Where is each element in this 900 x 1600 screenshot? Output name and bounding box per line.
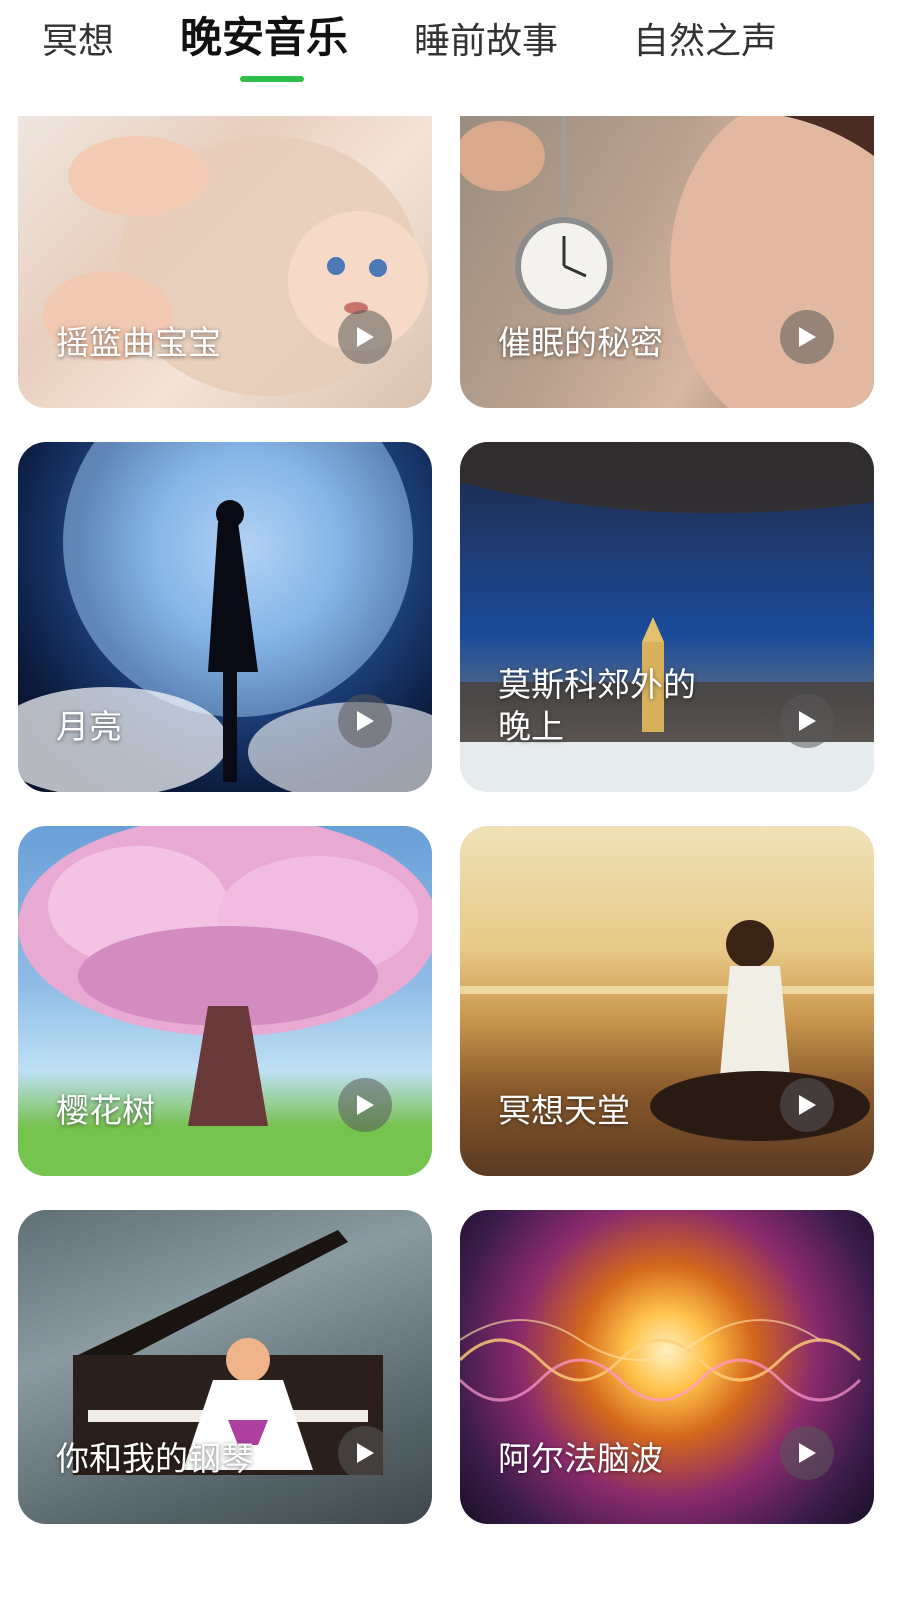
music-card-moscow-nights[interactable]: 莫斯科郊外的晚上	[460, 442, 874, 792]
card-title: 月亮	[56, 707, 122, 746]
card-image-baby	[18, 116, 432, 408]
music-card-moon[interactable]: 月亮	[18, 442, 432, 792]
play-button[interactable]	[780, 694, 834, 748]
play-icon	[357, 1443, 374, 1463]
music-card-your-and-my-piano[interactable]: 你和我的钢琴	[18, 1210, 432, 1524]
play-icon	[799, 327, 816, 347]
card-title: 你和我的钢琴	[56, 1439, 254, 1478]
music-card-lullaby-baby[interactable]: 摇篮曲宝宝	[18, 116, 432, 408]
play-icon	[799, 711, 816, 731]
play-icon	[357, 327, 374, 347]
card-title: 莫斯科郊外的晚上	[498, 665, 696, 746]
card-image-hypnosis	[460, 116, 874, 408]
card-title: 催眠的秘密	[498, 323, 663, 362]
music-card-sakura-tree[interactable]: 樱花树	[18, 826, 432, 1176]
play-icon	[799, 1095, 816, 1115]
music-card-grid: 摇篮曲宝宝 催眠的秘密 月亮 莫斯科郊外的晚上 樱花树 冥想天堂 你和我的钢琴 …	[0, 0, 900, 1600]
play-button[interactable]	[780, 310, 834, 364]
card-title: 樱花树	[56, 1091, 155, 1130]
play-button[interactable]	[338, 694, 392, 748]
play-icon	[357, 1095, 374, 1115]
card-title: 阿尔法脑波	[498, 1439, 663, 1478]
music-card-hypnosis-secret[interactable]: 催眠的秘密	[460, 116, 874, 408]
play-button[interactable]	[780, 1078, 834, 1132]
play-icon	[357, 711, 374, 731]
card-title: 摇篮曲宝宝	[56, 323, 221, 362]
play-button[interactable]	[780, 1426, 834, 1480]
play-button[interactable]	[338, 1078, 392, 1132]
play-button[interactable]	[338, 1426, 392, 1480]
play-button[interactable]	[338, 310, 392, 364]
music-card-alpha-brainwave[interactable]: 阿尔法脑波	[460, 1210, 874, 1524]
card-title: 冥想天堂	[498, 1091, 630, 1130]
play-icon	[799, 1443, 816, 1463]
music-card-meditation-heaven[interactable]: 冥想天堂	[460, 826, 874, 1176]
